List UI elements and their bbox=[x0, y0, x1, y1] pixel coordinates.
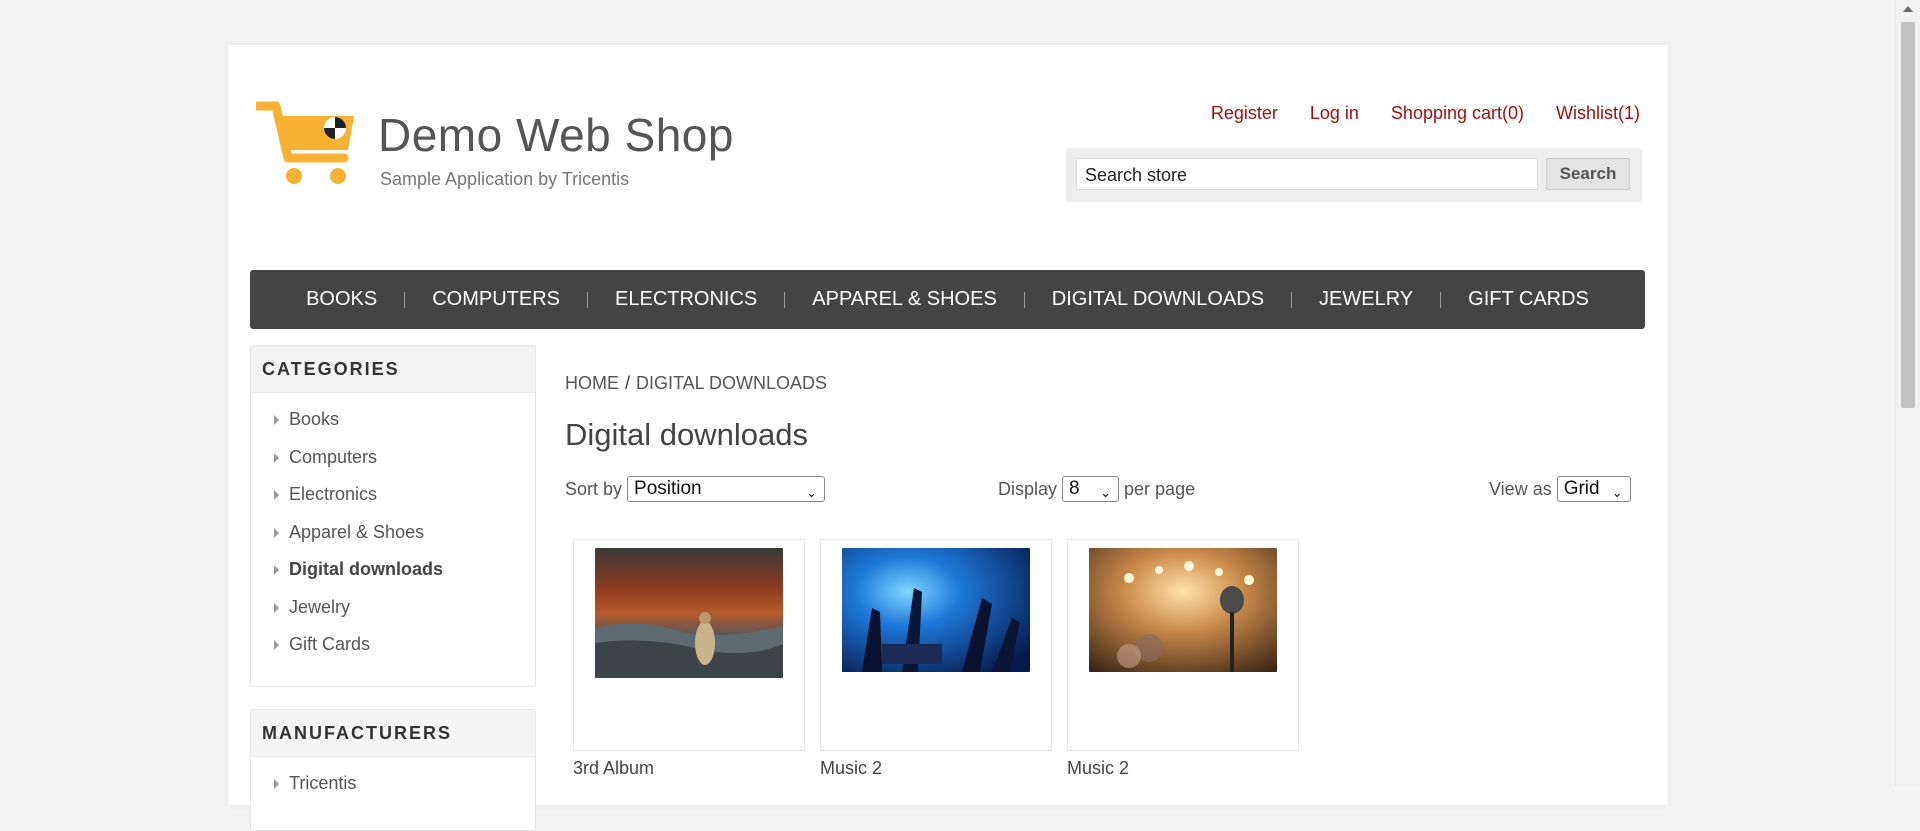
product-item: Music 2 bbox=[1067, 539, 1299, 779]
chevron-down-icon: ⌄ bbox=[806, 485, 818, 500]
register-link[interactable]: Register bbox=[1211, 103, 1278, 124]
category-item-electronics[interactable]: Electronics bbox=[251, 476, 535, 514]
search-box: Search store Search bbox=[1066, 148, 1642, 202]
category-label[interactable]: Apparel & Shoes bbox=[289, 522, 424, 542]
sort-value: Position bbox=[634, 478, 702, 499]
product-title[interactable]: Music 2 bbox=[820, 758, 1052, 779]
product-picture[interactable] bbox=[820, 539, 1052, 751]
category-item-computers[interactable]: Computers bbox=[251, 439, 535, 477]
nav-item-electronics[interactable]: ELECTRONICS bbox=[588, 288, 784, 311]
shopping-cart-link[interactable]: Shopping cart(0) bbox=[1391, 103, 1524, 124]
page-size-value: 8 bbox=[1069, 478, 1080, 499]
microphone-stage-image[interactable] bbox=[1089, 548, 1277, 672]
nav-item-gift-cards[interactable]: GIFT CARDS bbox=[1441, 288, 1616, 311]
scroll-up-arrow-icon[interactable] bbox=[1903, 6, 1913, 12]
category-item-apparel-shoes[interactable]: Apparel & Shoes bbox=[251, 514, 535, 552]
scrollbar-thumb[interactable] bbox=[1901, 22, 1915, 408]
page-scrollbar[interactable] bbox=[1895, 0, 1920, 786]
sort-label: Sort by bbox=[565, 478, 623, 499]
view-label: View as bbox=[1489, 478, 1552, 499]
shopping-cart-logo-icon bbox=[256, 101, 354, 184]
product-item: 3rd Album bbox=[573, 539, 805, 779]
chevron-down-icon: ⌄ bbox=[1100, 485, 1112, 500]
product-picture[interactable] bbox=[1067, 539, 1299, 751]
manufacturers-list: Tricentis bbox=[251, 757, 535, 811]
header-links: Register Log in Shopping cart(0) Wishlis… bbox=[1211, 103, 1640, 124]
page-container: Demo Web Shop Sample Application by Tric… bbox=[228, 45, 1668, 831]
nav-item-apparel-shoes[interactable]: APPAREL & SHOES bbox=[785, 288, 1024, 311]
search-input[interactable]: Search store bbox=[1076, 158, 1538, 190]
breadcrumb-separator: / bbox=[625, 373, 631, 393]
logo-title: Demo Web Shop bbox=[378, 109, 734, 161]
product-title[interactable]: 3rd Album bbox=[573, 758, 805, 779]
wishlist-link[interactable]: Wishlist(1) bbox=[1556, 103, 1640, 124]
category-label[interactable]: Electronics bbox=[289, 484, 377, 504]
manufacturers-block: MANUFACTURERS Tricentis bbox=[250, 709, 536, 831]
category-label[interactable]: Jewelry bbox=[289, 597, 350, 617]
per-page-label: per page bbox=[1124, 478, 1196, 499]
product-title[interactable]: Music 2 bbox=[1067, 758, 1299, 779]
sort-select[interactable]: Position ⌄ bbox=[627, 476, 826, 502]
nav-item-jewelry[interactable]: JEWELRY bbox=[1292, 288, 1440, 311]
category-item-gift-cards[interactable]: Gift Cards bbox=[251, 626, 535, 664]
category-item-jewelry[interactable]: Jewelry bbox=[251, 589, 535, 627]
breadcrumb-current: DIGITAL DOWNLOADS bbox=[636, 373, 828, 393]
view-mode-value: Grid bbox=[1563, 478, 1600, 499]
album-storm-image[interactable] bbox=[595, 548, 783, 678]
category-item-books[interactable]: Books bbox=[251, 401, 535, 439]
logo[interactable]: Demo Web Shop Sample Application by Tric… bbox=[256, 100, 756, 200]
search-button[interactable]: Search bbox=[1546, 158, 1630, 190]
category-label[interactable]: Books bbox=[289, 409, 339, 429]
chevron-down-icon: ⌄ bbox=[1611, 485, 1623, 500]
logo-subtitle: Sample Application by Tricentis bbox=[380, 169, 630, 189]
nav-item-books[interactable]: BOOKS bbox=[279, 288, 404, 311]
display-control: Display 8 ⌄ per page bbox=[998, 476, 1195, 502]
nav-item-computers[interactable]: COMPUTERS bbox=[405, 288, 587, 311]
breadcrumb: HOME / DIGITAL DOWNLOADS bbox=[565, 373, 827, 394]
manufacturers-title: MANUFACTURERS bbox=[251, 710, 535, 757]
sort-control: Sort by Position ⌄ bbox=[565, 476, 830, 502]
top-menu: BOOKS COMPUTERS ELECTRONICS APPAREL & SH… bbox=[250, 270, 1645, 329]
categories-block: CATEGORIES Books Computers Electronics A… bbox=[250, 345, 536, 687]
display-label: Display bbox=[998, 478, 1058, 499]
login-link[interactable]: Log in bbox=[1310, 103, 1359, 124]
category-label[interactable]: Digital downloads bbox=[289, 559, 443, 579]
concert-crowd-image[interactable] bbox=[842, 548, 1030, 672]
page-size-select[interactable]: 8 ⌄ bbox=[1062, 476, 1120, 502]
category-label[interactable]: Gift Cards bbox=[289, 634, 370, 654]
view-mode-select[interactable]: Grid ⌄ bbox=[1556, 476, 1631, 502]
view-mode-control: View as Grid ⌄ bbox=[1489, 476, 1636, 502]
categories-list: Books Computers Electronics Apparel & Sh… bbox=[251, 393, 535, 672]
page-title: Digital downloads bbox=[565, 417, 808, 452]
category-label[interactable]: Computers bbox=[289, 447, 377, 467]
manufacturer-label[interactable]: Tricentis bbox=[289, 773, 356, 793]
product-picture[interactable] bbox=[573, 539, 805, 751]
categories-title: CATEGORIES bbox=[251, 346, 535, 393]
breadcrumb-home[interactable]: HOME bbox=[565, 373, 619, 393]
nav-item-digital-downloads[interactable]: DIGITAL DOWNLOADS bbox=[1025, 288, 1291, 311]
category-item-digital-downloads[interactable]: Digital downloads bbox=[251, 551, 535, 589]
manufacturer-item-tricentis[interactable]: Tricentis bbox=[251, 765, 535, 803]
product-item: Music 2 bbox=[820, 539, 1052, 779]
product-grid: 3rd Album Music 2 Music 2 bbox=[573, 539, 1299, 779]
